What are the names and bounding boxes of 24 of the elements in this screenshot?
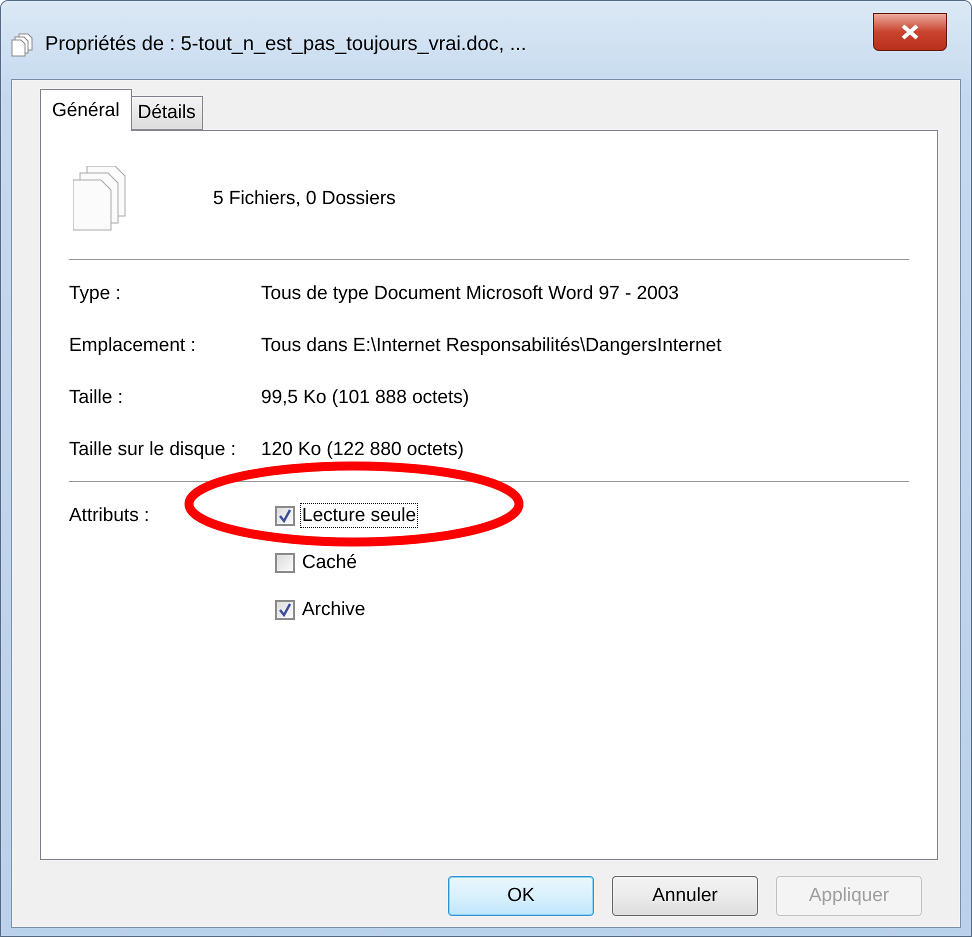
checkbox[interactable] [275,552,295,572]
dialog-button[interactable]: Annuler [612,876,758,916]
checkbox-label[interactable]: Lecture seule [301,504,418,527]
property-label: Taille sur le disque : [69,438,237,461]
property-label: Taille : [69,386,124,409]
property-label: Type : [69,282,122,305]
checkbox-label[interactable]: Archive [301,598,366,621]
checkbox-label[interactable]: Caché [301,551,358,574]
property-value: Tous de type Document Microsoft Word 97 - 2003 [261,282,680,305]
tab[interactable]: Général [40,89,132,131]
documents-icon [11,33,33,57]
checkbox[interactable] [275,600,295,620]
checkbox[interactable] [275,506,295,526]
property-value: Tous dans E:\Internet Responsabilités\DangersInternet [261,334,722,357]
property-value: 99,5 Ko (101 888 octets) [261,386,470,409]
window-title: Propriétés de : 5-tout_n_est_pas_toujours_vrai.doc, ... [45,32,526,57]
property-label: Emplacement : [69,334,197,357]
close-icon [900,24,920,40]
property-value: 120 Ko (122 880 octets) [261,438,465,461]
selection-summary: 5 Fichiers, 0 Dossiers [213,188,396,210]
tab[interactable]: Détails [130,96,203,130]
dialog-button[interactable]: OK [448,876,594,916]
close-button[interactable] [873,13,947,51]
attributes-label: Attributs : [69,504,150,528]
